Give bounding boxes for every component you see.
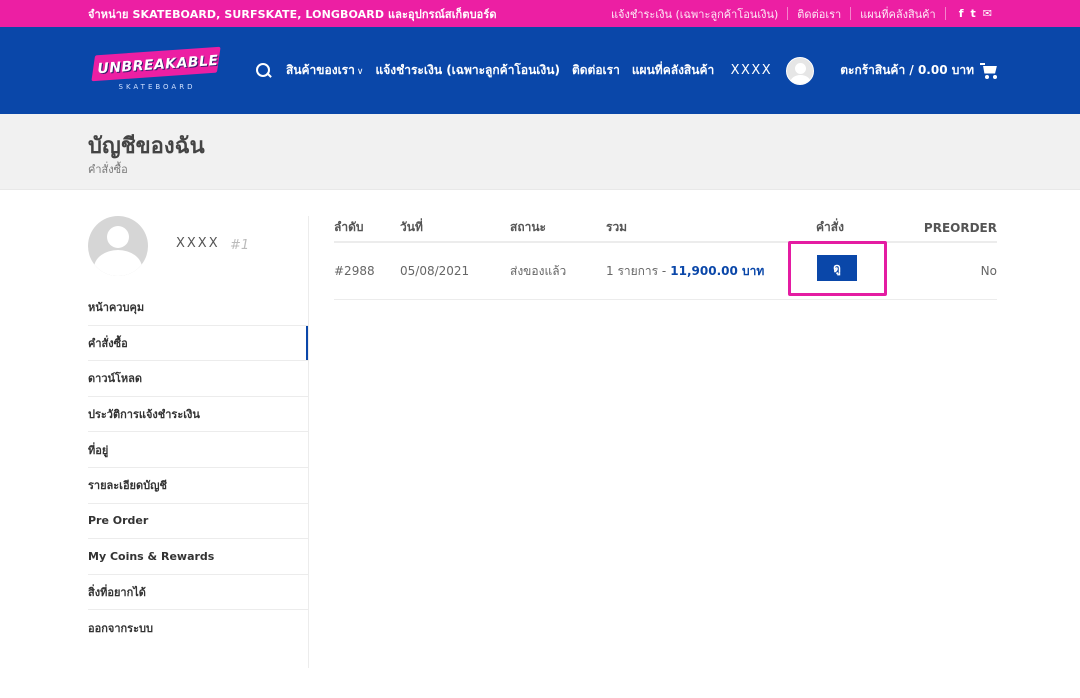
main-nav: สินค้าของเรา ∨ แจ้งชำระเงิน (เฉพาะลูกค้าโ…	[256, 27, 714, 114]
order-item-count: 1 รายการ -	[606, 263, 667, 278]
top-link-warehouse-map[interactable]: แผนที่คลังสินค้า	[860, 5, 936, 23]
site-logo[interactable]: UNBREAKABLE SKATEBOARD	[91, 46, 222, 97]
sidebar-item-addresses[interactable]: ที่อยู่	[88, 432, 308, 468]
highlight-box	[788, 241, 887, 296]
sidebar-divider	[308, 216, 309, 668]
order-total: 1 รายการ - 11,900.00 บาท	[606, 243, 764, 299]
profile-username: XXXX	[176, 236, 220, 251]
sidebar-item-wishlist[interactable]: สิ่งที่อยากได้	[88, 575, 308, 611]
column-header-status: สถานะ	[510, 220, 546, 234]
top-promo-bar: จำหน่าย SKATEBOARD, SURFSKATE, LONGBOARD…	[0, 0, 1080, 27]
main-header: UNBREAKABLE SKATEBOARD สินค้าของเรา ∨ แจ้…	[0, 27, 1080, 114]
nav-item-label: สินค้าของเรา	[286, 63, 355, 77]
nav-item-products[interactable]: สินค้าของเรา ∨	[286, 61, 363, 80]
top-link-contact[interactable]: ติดต่อเรา	[797, 5, 841, 23]
column-header-actions: คำสั่ง	[816, 220, 844, 234]
chevron-down-icon: ∨	[356, 67, 364, 77]
order-total-amount: 11,900.00 บาท	[670, 263, 765, 278]
social-icons: f t ✉	[959, 7, 992, 20]
order-number-link[interactable]: #2988	[334, 243, 375, 299]
divider	[850, 7, 852, 20]
order-preorder-flag: No	[980, 264, 997, 278]
top-links: แจ้งชำระเงิน (เฉพาะลูกค้าโอนเงิน) ติดต่อ…	[611, 5, 992, 23]
sidebar-item-dashboard[interactable]: หน้าควบคุม	[88, 290, 308, 326]
facebook-icon[interactable]: f	[959, 7, 964, 20]
column-header-date: วันที่	[400, 220, 423, 234]
header-username[interactable]: XXXX	[731, 63, 773, 78]
profile-user-id: #1	[230, 238, 250, 253]
cart-icon[interactable]	[980, 62, 998, 79]
sidebar-item-account-details[interactable]: รายละเอียดบัญชี	[88, 468, 308, 504]
nav-item-payment[interactable]: แจ้งชำระเงิน (เฉพาะลูกค้าโอนเงิน)	[375, 61, 559, 80]
sidebar-item-downloads[interactable]: ดาวน์โหลด	[88, 361, 308, 397]
sidebar-item-payment-history[interactable]: ประวัติการแจ้งชำระเงิน	[88, 397, 308, 433]
sidebar-item-coins-rewards[interactable]: My Coins & Rewards	[88, 539, 308, 575]
promo-text: จำหน่าย SKATEBOARD, SURFSKATE, LONGBOARD…	[88, 7, 497, 21]
user-avatar-icon[interactable]	[786, 56, 815, 85]
profile-avatar-icon	[88, 216, 148, 276]
header-account-area: XXXX ตะกร้าสินค้า / 0.00 บาท	[731, 27, 998, 114]
search-icon[interactable]	[256, 62, 272, 79]
column-header-total: รวม	[606, 220, 628, 234]
column-header-number: ลำดับ	[334, 220, 364, 234]
page-title: บัญชีของฉัน	[88, 134, 205, 159]
sidebar-item-orders[interactable]: คำสั่งซื้อ	[88, 325, 308, 362]
logo-word: UNBREAKABLE	[96, 52, 220, 78]
divider	[944, 7, 946, 20]
order-status: ส่งของแล้ว	[510, 263, 567, 278]
nav-item-contact[interactable]: ติดต่อเรา	[572, 61, 620, 80]
breadcrumb: คำสั่งซื้อ	[88, 163, 128, 176]
page-title-band: บัญชีของฉัน คำสั่งซื้อ	[0, 114, 1080, 190]
orders-table: ลำดับ วันที่ สถานะ รวม คำสั่ง PREORDER #…	[334, 214, 997, 300]
profile-summary: XXXX #1	[88, 214, 308, 290]
account-sidebar: XXXX #1 หน้าควบคุม คำสั่งซื้อ ดาวน์โหลด …	[88, 214, 308, 635]
account-menu: หน้าควบคุม คำสั่งซื้อ ดาวน์โหลด ประวัติก…	[88, 290, 308, 646]
logo-subtitle: SKATEBOARD	[118, 83, 196, 91]
top-link-payment[interactable]: แจ้งชำระเงิน (เฉพาะลูกค้าโอนเงิน)	[611, 5, 778, 23]
orders-table-header: ลำดับ วันที่ สถานะ รวม คำสั่ง PREORDER	[334, 214, 997, 243]
sidebar-item-pre-order[interactable]: Pre Order	[88, 504, 308, 540]
order-date: 05/08/2021	[400, 264, 470, 278]
mail-icon[interactable]: ✉	[983, 7, 992, 20]
sidebar-item-logout[interactable]: ออกจากระบบ	[88, 610, 308, 646]
column-header-preorder: PREORDER	[923, 220, 997, 235]
twitter-icon[interactable]: t	[971, 7, 976, 20]
nav-item-warehouse-map[interactable]: แผนที่คลังสินค้า	[632, 61, 714, 80]
divider	[787, 7, 789, 20]
table-row: #2988 05/08/2021 ส่งของแล้ว 1 รายการ - 1…	[334, 243, 997, 300]
cart-link[interactable]: ตะกร้าสินค้า / 0.00 บาท	[840, 61, 974, 80]
